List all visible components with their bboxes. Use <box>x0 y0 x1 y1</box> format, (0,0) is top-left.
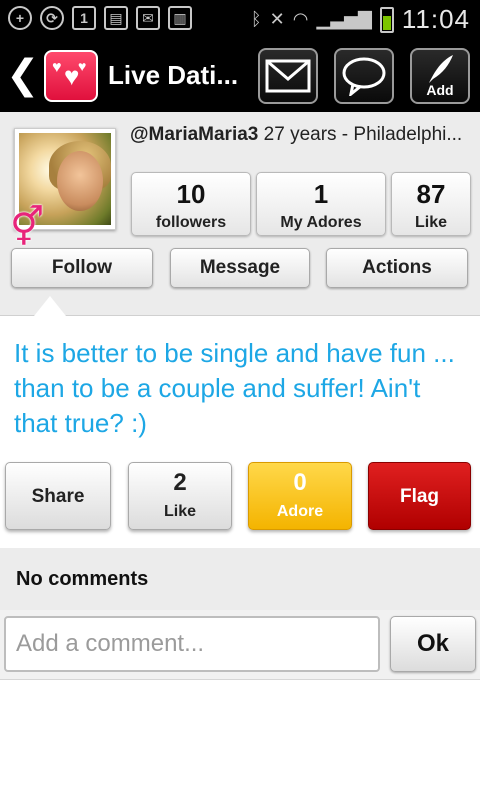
followers-count: 10 <box>176 179 206 209</box>
quill-icon <box>429 55 453 83</box>
add-label: Add <box>426 82 454 98</box>
follow-button[interactable]: Follow <box>11 248 153 288</box>
comment-form: Ok <box>0 610 480 680</box>
like-count: 2 <box>173 469 187 496</box>
user-details: 27 years - Philadelphi... <box>263 124 463 145</box>
calendar-icon: 1 <box>72 6 96 30</box>
actions-button[interactable]: Actions <box>326 248 468 288</box>
sim-icon: ▤ <box>104 6 128 30</box>
mail-button[interactable] <box>258 48 318 104</box>
wifi-icon: ◠ <box>292 9 309 29</box>
book-icon: ▥ <box>168 6 192 30</box>
back-chevron-icon[interactable]: ❮ <box>6 54 40 96</box>
screen: + ⟳ 1 ▤ ✉ ▥ ᛒ ✕ ◠ ▁▃▅▇ 11:04 ❮ ♥ ♥ ♥ Liv… <box>0 0 480 800</box>
likes-count: 87 <box>416 179 446 209</box>
ok-button[interactable]: Ok <box>390 616 476 672</box>
adore-label: Adore <box>276 503 324 520</box>
female-icon: ⚥ <box>10 207 45 249</box>
signal-icon: ▁▃▅▇ <box>316 9 372 29</box>
like-label: Like <box>163 503 196 520</box>
battery-icon <box>379 6 394 33</box>
bluetooth-icon: ᛒ <box>250 9 262 29</box>
speech-bubble-icon <box>342 57 386 96</box>
user-info: @MariaMaria3 27 years - Philadelphi... <box>130 124 478 146</box>
mail-icon: ✉ <box>136 6 160 30</box>
profile-header: ⚥ @MariaMaria3 27 years - Philadelphi...… <box>0 112 480 316</box>
heart-icon: ♥ <box>78 58 87 74</box>
message-button[interactable]: Message <box>170 248 310 288</box>
adore-button[interactable]: 0 Adore <box>248 462 352 530</box>
no-comments-text: No comments <box>16 568 149 590</box>
avatar-face <box>57 151 103 211</box>
flag-button[interactable]: Flag <box>368 462 471 530</box>
comment-input[interactable] <box>4 616 380 672</box>
pointer-notch <box>34 296 66 316</box>
system-icons: ᛒ ✕ ◠ ▁▃▅▇ 11:04 <box>251 4 470 35</box>
notification-icons: + ⟳ 1 ▤ ✉ ▥ <box>8 6 192 30</box>
likes-stat[interactable]: 87 Like <box>391 172 471 236</box>
status-clock: 11:04 <box>401 4 470 34</box>
adore-count: 0 <box>293 469 307 496</box>
mute-icon: ✕ <box>269 9 285 29</box>
envelope-icon <box>265 59 311 93</box>
status-bar: + ⟳ 1 ▤ ✉ ▥ ᛒ ✕ ◠ ▁▃▅▇ 11:04 <box>0 0 480 38</box>
action-bar: ❮ ♥ ♥ ♥ Live Dati... Add <box>0 38 480 112</box>
like-button[interactable]: 2 Like <box>128 462 232 530</box>
sync-icon: ⟳ <box>40 6 64 30</box>
adores-stat[interactable]: 1 My Adores <box>256 172 386 236</box>
chat-button[interactable] <box>334 48 394 104</box>
comments-header: No comments <box>0 548 480 610</box>
app-title: Live Dati... <box>108 60 239 90</box>
username: @MariaMaria3 <box>130 124 259 145</box>
heart-icon: ♥ <box>52 59 62 76</box>
share-label: Share <box>31 486 85 507</box>
share-button[interactable]: Share <box>5 462 111 530</box>
add-icon: + <box>8 6 32 30</box>
add-post-button[interactable]: Add <box>410 48 470 104</box>
adores-label: My Adores <box>280 214 362 231</box>
flag-label: Flag <box>399 486 440 507</box>
likes-label: Like <box>414 214 447 231</box>
followers-stat[interactable]: 10 followers <box>131 172 251 236</box>
app-logo-icon[interactable]: ♥ ♥ ♥ <box>44 50 98 102</box>
followers-label: followers <box>155 214 227 231</box>
post-text: It is better to be single and have fun .… <box>14 338 455 438</box>
adores-count: 1 <box>313 179 329 209</box>
